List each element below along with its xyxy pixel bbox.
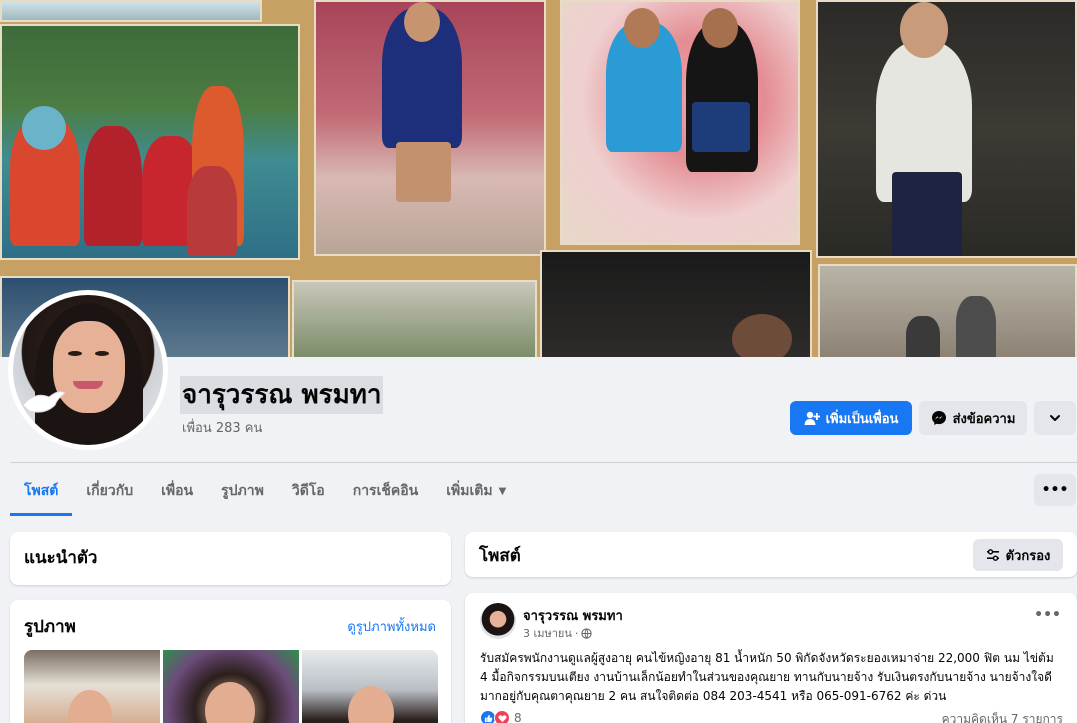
tab-friends[interactable]: เพื่อน bbox=[147, 466, 207, 516]
messenger-icon bbox=[931, 411, 946, 425]
see-all-photos-link[interactable]: ดูรูปภาพทั้งหมด bbox=[347, 616, 436, 637]
meta-separator: · bbox=[574, 626, 579, 640]
post-reactions[interactable]: 8 bbox=[480, 710, 522, 723]
tab-label: โพสต์ bbox=[24, 483, 59, 499]
post-options-icon[interactable]: ••• bbox=[1034, 607, 1061, 623]
more-dots-icon: ••• bbox=[1041, 482, 1069, 498]
cover-collage-photo bbox=[818, 264, 1077, 357]
globe-icon bbox=[581, 627, 593, 639]
photos-card: รูปภาพ ดูรูปภาพทั้งหมด bbox=[10, 600, 451, 723]
tab-label: วิดีโอ bbox=[291, 483, 325, 499]
filter-sliders-icon bbox=[986, 549, 999, 561]
filter-label: ตัวกรอง bbox=[1005, 548, 1051, 564]
profile-more-button[interactable] bbox=[1034, 401, 1076, 435]
cover-photo[interactable] bbox=[0, 0, 1077, 357]
add-friend-label: เพิ่มเป็นเพื่อน bbox=[825, 411, 899, 427]
post-card: จารุวรรณ พรมทา 3 เมษายน · ••• รับสมัครพน… bbox=[465, 593, 1077, 723]
cover-collage-photo bbox=[0, 0, 262, 22]
post-date[interactable]: 3 เมษายน bbox=[523, 624, 572, 642]
cover-collage-photo bbox=[560, 0, 800, 245]
profile-tabs: โพสต์ เกี่ยวกับ เพื่อน รูปภาพ วิดีโอ การ… bbox=[10, 466, 520, 516]
cover-collage-photo bbox=[540, 250, 812, 357]
post-author-name[interactable]: จารุวรรณ พรมทา bbox=[523, 605, 623, 626]
tab-label: เพิ่มเติม bbox=[446, 483, 493, 499]
photo-thumbnail[interactable] bbox=[163, 650, 299, 723]
tab-more[interactable]: เพิ่มเติม ▼ bbox=[432, 466, 520, 516]
posts-header-card: โพสต์ ตัวกรอง bbox=[465, 532, 1077, 577]
tab-label: รูปภาพ bbox=[221, 483, 264, 499]
tab-label: การเช็คอิน bbox=[352, 483, 419, 499]
cover-collage-photo bbox=[292, 280, 537, 357]
reactions-count: 8 bbox=[514, 711, 522, 723]
profile-picture[interactable] bbox=[13, 295, 163, 445]
add-friend-icon bbox=[804, 411, 820, 425]
tab-label: เกี่ยวกับ bbox=[86, 483, 134, 499]
post-body-text: รับสมัครพนักงานดูแลผู้สูงอายุ คนไข้หญิงอ… bbox=[480, 651, 1054, 703]
photos-title: รูปภาพ bbox=[24, 617, 76, 637]
intro-card: แนะนำตัว bbox=[10, 532, 451, 585]
dove-icon bbox=[22, 391, 66, 413]
tab-check-ins[interactable]: การเช็คอิน bbox=[339, 466, 433, 516]
cover-collage-photo bbox=[0, 24, 300, 260]
comments-count[interactable]: ความคิดเห็น 7 รายการ bbox=[942, 710, 1063, 723]
friends-count[interactable]: เพื่อน 283 คน bbox=[182, 417, 262, 438]
tab-label: เพื่อน bbox=[161, 483, 194, 499]
posts-title: โพสต์ bbox=[479, 546, 521, 566]
filter-button[interactable]: ตัวกรอง bbox=[973, 539, 1063, 571]
tab-about[interactable]: เกี่ยวกับ bbox=[72, 466, 147, 516]
cover-collage-photo bbox=[816, 0, 1077, 258]
caret-down-icon: ▼ bbox=[498, 485, 507, 497]
profile-name: จารุวรรณ พรมทา bbox=[182, 380, 382, 410]
header-divider bbox=[10, 462, 1077, 463]
photo-thumbnail[interactable] bbox=[302, 650, 438, 723]
post-author-avatar[interactable] bbox=[480, 603, 516, 639]
send-message-label: ส่งข้อความ bbox=[952, 411, 1016, 427]
tab-videos[interactable]: วิดีโอ bbox=[278, 466, 339, 516]
chevron-down-icon bbox=[1050, 415, 1060, 421]
photo-thumbnail[interactable] bbox=[24, 650, 160, 723]
love-reaction-icon bbox=[494, 710, 510, 723]
post-meta: 3 เมษายน · bbox=[523, 624, 593, 642]
profile-name-highlight: จารุวรรณ พรมทา bbox=[180, 376, 384, 414]
cover-collage-photo bbox=[314, 0, 546, 256]
tab-photos[interactable]: รูปภาพ bbox=[207, 466, 278, 516]
intro-title: แนะนำตัว bbox=[24, 548, 98, 568]
tabs-more-options-button[interactable]: ••• bbox=[1034, 474, 1076, 506]
tab-posts[interactable]: โพสต์ bbox=[10, 466, 73, 516]
send-message-button[interactable]: ส่งข้อความ bbox=[919, 401, 1027, 435]
add-friend-button[interactable]: เพิ่มเป็นเพื่อน bbox=[790, 401, 912, 435]
